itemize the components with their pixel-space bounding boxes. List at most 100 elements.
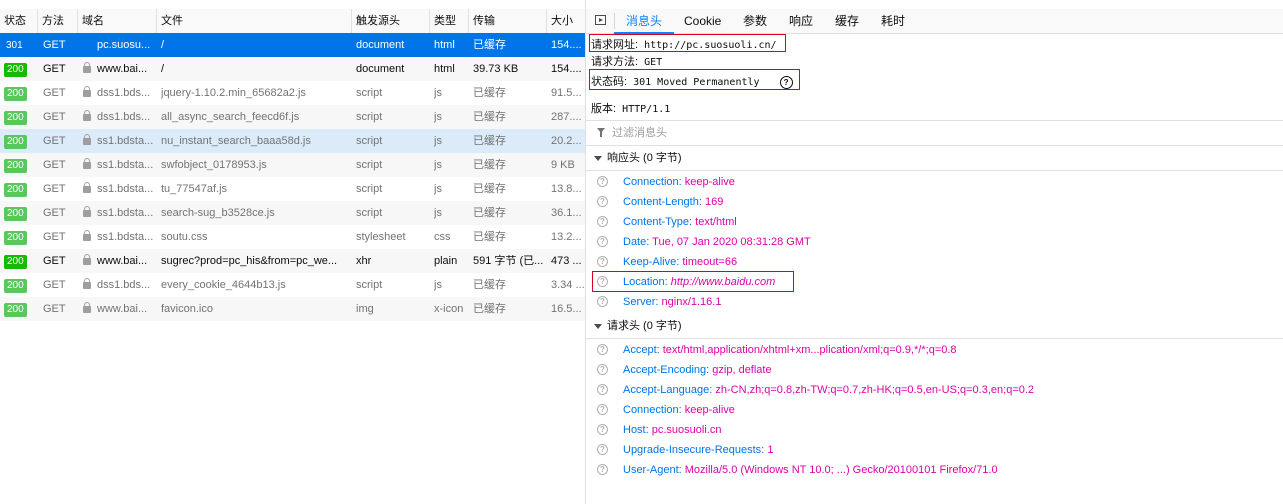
cause-cell: script <box>356 135 383 147</box>
header-name: Upgrade-Insecure-Requests: 1 <box>623 440 773 460</box>
request-url-value[interactable]: http://pc.suosuoli.cn/ <box>644 40 776 51</box>
lock-icon <box>83 230 91 241</box>
header-name: Connection: keep-alive <box>623 400 735 420</box>
help-icon[interactable]: ? <box>597 464 608 475</box>
tab-cache[interactable]: 缓存 <box>835 9 859 33</box>
table-row[interactable]: 200 GET ss1.bdsta... search-sug_b3528ce.js s… <box>0 201 585 225</box>
size-cell: 16.5... <box>551 303 582 315</box>
help-icon[interactable]: ? <box>597 176 608 187</box>
type-cell: html <box>434 39 455 51</box>
column-method[interactable]: 方法 <box>38 9 78 33</box>
header-filter-input[interactable]: 过滤消息头 <box>612 121 667 145</box>
file-cell: sugrec?prod=pc_his&from=pc_we... <box>161 255 338 267</box>
status-cell: 200 <box>4 225 36 249</box>
request-headers-section[interactable]: 请求头 (0 字节) <box>586 314 1283 339</box>
column-status[interactable]: 状态 <box>0 9 38 33</box>
help-icon[interactable]: ? <box>597 236 608 247</box>
tab-headers[interactable]: 消息头 <box>613 9 675 34</box>
tab-params[interactable]: 参数 <box>743 9 767 33</box>
size-cell: 20.2... <box>551 135 582 147</box>
help-icon[interactable]: ? <box>597 404 608 415</box>
help-icon[interactable]: ? <box>597 444 608 455</box>
status-badge: 200 <box>4 111 27 125</box>
type-cell: js <box>434 135 442 147</box>
request-table-body: 301 GET pc.suosu... / document html 已缓存 154....… <box>0 33 585 321</box>
header-value: text/html,application/xhtml+xm...plicati… <box>662 344 957 356</box>
type-cell: html <box>434 63 455 75</box>
column-type[interactable]: 类型 <box>430 9 469 33</box>
header-value: nginx/1.16.1 <box>661 296 722 308</box>
status-badge: 200 <box>4 279 27 293</box>
domain-cell: www.bai... <box>83 297 157 321</box>
column-domain[interactable]: 域名 <box>78 9 157 33</box>
table-row[interactable]: 301 GET pc.suosu... / document html 已缓存 154.... <box>0 33 585 57</box>
column-transferred[interactable]: 传输 <box>469 9 547 33</box>
table-row[interactable]: 200 GET ss1.bdsta... nu_instant_search_baaa… <box>0 129 585 153</box>
lock-icon <box>83 254 91 265</box>
status-help-icon[interactable]: ? <box>779 76 793 89</box>
table-row[interactable]: 200 GET www.bai... sugrec?prod=pc_his&from=… <box>0 249 585 273</box>
column-cause[interactable]: 触发源头 <box>352 9 430 33</box>
status-cell: 200 <box>4 249 36 273</box>
column-file[interactable]: 文件 <box>157 9 352 33</box>
header-value: 169 <box>704 196 724 208</box>
header-value: zh-CN,zh;q=0.8,zh-TW;q=0.7,zh-HK;q=0.5,e… <box>715 384 1035 396</box>
help-icon[interactable]: ? <box>597 196 608 207</box>
method-cell: GET <box>43 63 66 75</box>
domain-text: ss1.bdsta... <box>97 231 154 243</box>
header-value: text/html <box>695 216 737 228</box>
header-name-text: Accept-Language: <box>623 384 713 396</box>
help-icon[interactable]: ? <box>597 344 608 355</box>
help-icon[interactable]: ? <box>597 424 608 435</box>
transferred-cell: 已缓存 <box>473 183 506 195</box>
header-name-text: Keep-Alive: <box>623 256 680 268</box>
method-cell: GET <box>43 279 66 291</box>
transferred-cell: 已缓存 <box>473 231 506 243</box>
column-size[interactable]: 大小 <box>547 9 585 33</box>
type-cell: js <box>434 183 442 195</box>
help-icon[interactable]: ? <box>597 364 608 375</box>
cause-cell: xhr <box>356 255 372 267</box>
response-headers-section[interactable]: 响应头 (0 字节) <box>586 146 1283 171</box>
toggle-sidebar-icon[interactable] <box>595 15 606 25</box>
tab-timings[interactable]: 耗时 <box>881 9 905 33</box>
header-value: Tue, 07 Jan 2020 08:31:28 GMT <box>652 236 811 248</box>
domain-text: dss1.bds... <box>97 111 151 123</box>
size-cell: 473 ... <box>551 255 582 267</box>
tab-response[interactable]: 响应 <box>789 9 813 33</box>
table-row[interactable]: 200 GET dss1.bds... every_cookie_4644b13.js… <box>0 273 585 297</box>
table-row[interactable]: 200 GET ss1.bdsta... swfobject_0178953.js sc… <box>0 153 585 177</box>
size-cell: 3.34 ... <box>551 279 585 291</box>
help-icon[interactable]: ? <box>597 384 608 395</box>
status-badge: 200 <box>4 231 27 245</box>
help-icon[interactable]: ? <box>597 256 608 267</box>
status-badge: 200 <box>4 255 27 269</box>
transferred-cell: 已缓存 <box>473 111 506 123</box>
domain-cell: www.bai... <box>83 249 157 273</box>
table-row[interactable]: 200 GET www.bai... / document html 39.73 KB 154… <box>0 57 585 81</box>
size-cell: 13.8... <box>551 183 582 195</box>
tab-cookie[interactable]: Cookie <box>684 9 721 33</box>
header-name: Accept: text/html,application/xhtml+xm..… <box>623 340 957 360</box>
header-name-text: Host: <box>623 424 649 436</box>
status-cell: 200 <box>4 57 36 81</box>
header-name-text: Connection: <box>623 404 682 416</box>
type-cell: css <box>434 231 451 243</box>
help-icon[interactable]: ? <box>597 296 608 307</box>
status-badge: 200 <box>4 159 27 173</box>
type-cell: js <box>434 279 442 291</box>
domain-cell: pc.suosu... <box>83 33 157 57</box>
header-filter-bar[interactable]: 过滤消息头 <box>586 120 1283 146</box>
table-row[interactable]: 200 GET dss1.bds... all_async_search_feecd6… <box>0 105 585 129</box>
transferred-cell: 已缓存 <box>473 87 506 99</box>
help-icon[interactable]: ? <box>597 216 608 227</box>
location-annotation-box <box>592 271 794 292</box>
table-row[interactable]: 200 GET dss1.bds... jquery-1.10.2.min_65682… <box>0 81 585 105</box>
transferred-cell: 已缓存 <box>473 135 506 147</box>
http-version-label: 版本: <box>591 103 617 115</box>
table-row[interactable]: 200 GET ss1.bdsta... soutu.css stylesheet css… <box>0 225 585 249</box>
table-row[interactable]: 200 GET ss1.bdsta... tu_77547af.js script js 已… <box>0 177 585 201</box>
header-name-text: Server: <box>623 296 659 308</box>
table-row[interactable]: 200 GET www.bai... favicon.ico img x-icon 已缓存 1… <box>0 297 585 321</box>
status-cell: 200 <box>4 273 36 297</box>
